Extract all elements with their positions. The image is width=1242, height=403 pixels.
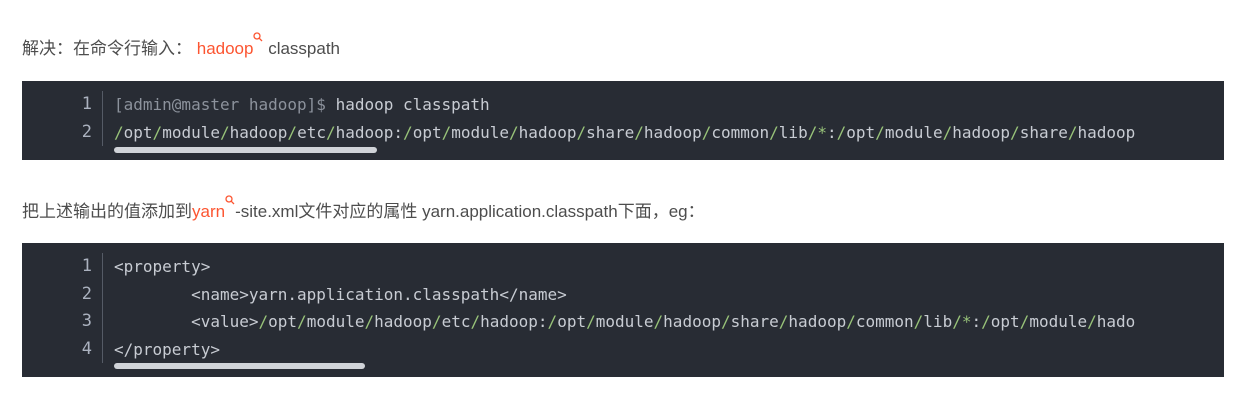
shell-prompt: [admin@master hadoop]$ <box>114 95 336 114</box>
line-numbers: 12 <box>22 91 103 146</box>
line-number: 2 <box>81 283 92 304</box>
line-numbers: 1 2 3 4 <box>22 253 103 363</box>
text: -site.xml文件对应的属性 yarn.application.classp… <box>235 202 705 221</box>
line-number: 3 <box>81 311 92 331</box>
code-block-command: 12 [admin@master hadoop]$ hadoop classpa… <box>22 81 1224 160</box>
line-number: 1 <box>81 94 92 114</box>
text: 解决：在命令行输入： <box>22 39 197 58</box>
code-line: <property> <box>114 257 211 276</box>
line-number: 2 <box>81 121 92 142</box>
paragraph-solution: 解决：在命令行输入： hadoop classpath <box>22 32 341 59</box>
search-icon[interactable] <box>225 195 235 205</box>
code-content: [admin@master hadoop]$ hadoop classpath … <box>114 91 1204 146</box>
text: classpath <box>263 39 341 58</box>
code-line-output: /opt/module/hadoop/etc/hadoop:/opt/modul… <box>114 122 1136 142</box>
code-content: <property> <name>yarn.application.classp… <box>114 253 1204 363</box>
line-number: 4 <box>81 338 92 359</box>
horizontal-scrollbar[interactable] <box>114 363 365 369</box>
code-line: [admin@master hadoop]$ hadoop classpath <box>114 91 1204 119</box>
keyword-link-yarn[interactable]: yarn <box>192 202 225 221</box>
code-block-xml: 1 2 3 4 <property> <name>yarn.application.c… <box>22 243 1224 377</box>
horizontal-scrollbar[interactable] <box>114 147 377 153</box>
keyword-link-hadoop[interactable]: hadoop <box>197 39 254 58</box>
code-line: <name>yarn.application.classpath</name> <box>114 284 567 304</box>
line-number: 1 <box>81 256 92 276</box>
code-line: <value>/opt/module/hadoop/etc/hadoop:/op… <box>114 312 1136 331</box>
text: 把上述输出的值添加到 <box>22 202 192 221</box>
command: hadoop classpath <box>335 95 490 114</box>
paragraph-instruction: 把上述输出的值添加到yarn -site.xml文件对应的属性 yarn.appl… <box>22 195 705 222</box>
search-icon[interactable] <box>253 32 263 42</box>
code-line: </property> <box>114 339 220 359</box>
